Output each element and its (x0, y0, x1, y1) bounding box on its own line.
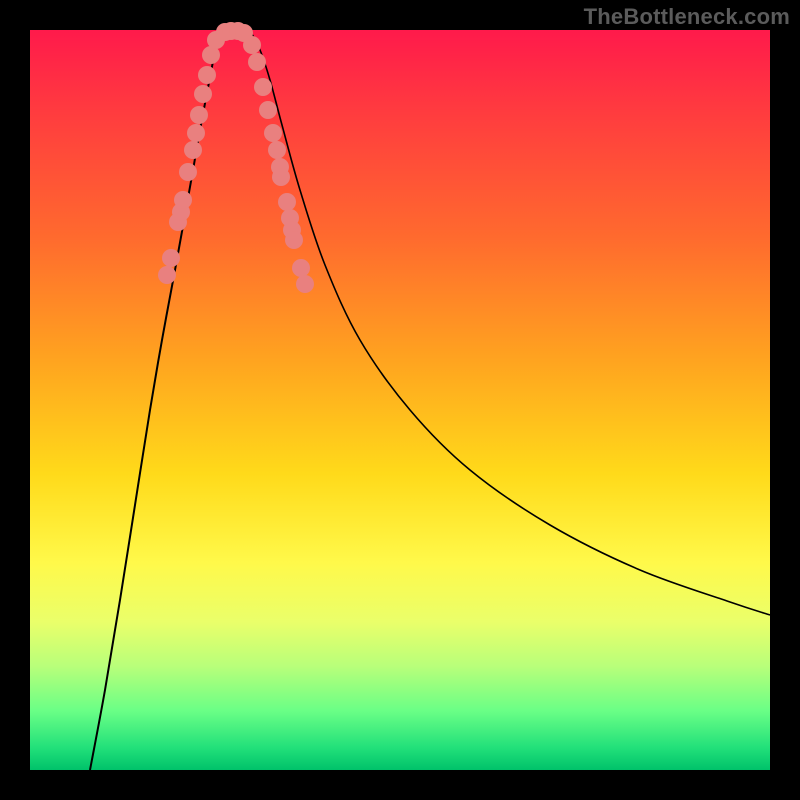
marker-dot (278, 193, 296, 211)
marker-dot (162, 249, 180, 267)
left-curve (90, 30, 240, 770)
right-curve (240, 30, 770, 615)
marker-dot (158, 266, 176, 284)
chart-svg (30, 30, 770, 770)
marker-dot (174, 191, 192, 209)
marker-dot (292, 259, 310, 277)
marker-dot (272, 168, 290, 186)
marker-dot (264, 124, 282, 142)
marker-dot (187, 124, 205, 142)
marker-dot (259, 101, 277, 119)
marker-dot (248, 53, 266, 71)
marker-dot (190, 106, 208, 124)
marker-dot (243, 36, 261, 54)
watermark-text: TheBottleneck.com (584, 4, 790, 30)
marker-dot (179, 163, 197, 181)
marker-dot (268, 141, 286, 159)
marker-dot (194, 85, 212, 103)
marker-dot (184, 141, 202, 159)
marker-dot (198, 66, 216, 84)
marker-dot (296, 275, 314, 293)
marker-dot (285, 231, 303, 249)
marker-dot (254, 78, 272, 96)
